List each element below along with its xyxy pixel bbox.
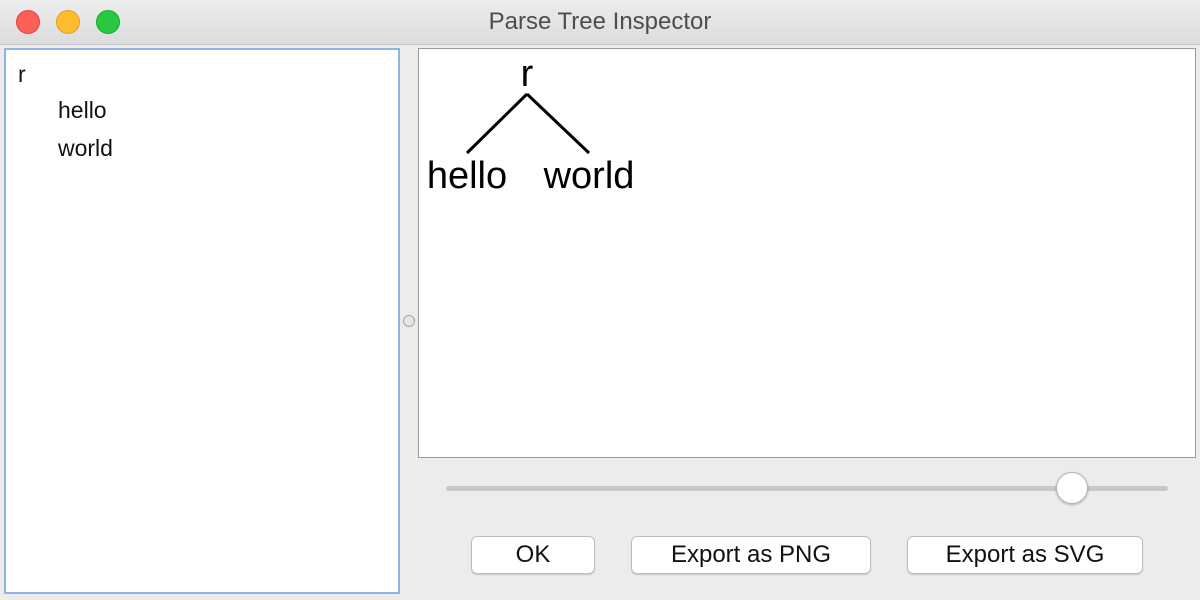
parse-tree-inspector-window: Parse Tree Inspector r hello world r hel…: [0, 0, 1200, 600]
tree-node-root[interactable]: r: [18, 60, 26, 88]
tree-edge-right: [525, 92, 591, 155]
tree-node-child[interactable]: world: [58, 134, 113, 162]
parse-tree-canvas[interactable]: r hello world: [418, 48, 1196, 458]
tree-leaf-node-label: world: [543, 155, 635, 197]
title-bar[interactable]: Parse Tree Inspector: [0, 0, 1200, 45]
zoom-slider-thumb[interactable]: [1056, 472, 1088, 504]
tree-root-node-label: r: [521, 53, 534, 95]
tree-outline-pane[interactable]: r hello world: [4, 48, 400, 594]
window-title: Parse Tree Inspector: [488, 8, 712, 35]
tree-leaf-node-label: hello: [427, 155, 507, 197]
export-svg-button[interactable]: Export as SVG: [907, 536, 1143, 574]
tree-node-child[interactable]: hello: [58, 96, 107, 124]
parse-tree-diagram: r hello world: [427, 53, 635, 197]
split-pane-divider-handle[interactable]: [403, 315, 415, 327]
tree-edge-left: [465, 92, 529, 155]
ok-button[interactable]: OK: [471, 536, 595, 574]
export-png-button[interactable]: Export as PNG: [631, 536, 871, 574]
